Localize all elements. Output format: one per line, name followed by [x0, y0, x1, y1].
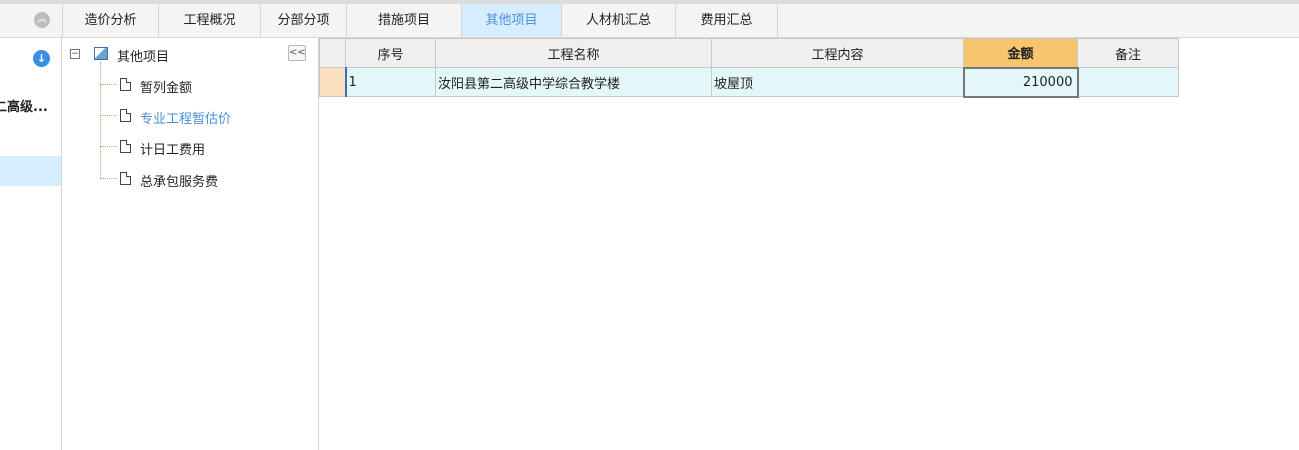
- tree-item-general-contract-fee[interactable]: 总承包服务费: [140, 171, 218, 190]
- column-header-seq[interactable]: 序号: [345, 38, 436, 68]
- tree-item-daywork[interactable]: 计日工费用: [140, 139, 205, 158]
- image-folder-icon: [94, 47, 108, 60]
- tree-root-label[interactable]: 其他项目: [117, 46, 169, 65]
- tree-connector: [100, 84, 116, 85]
- cell-amount[interactable]: 210000: [962, 66, 1079, 98]
- tree-connector: [100, 146, 116, 147]
- double-chevron-up-icon[interactable]: ︽: [34, 12, 50, 28]
- double-chevron-left-icon[interactable]: <<: [288, 45, 306, 61]
- tree-item-provisional-sum[interactable]: 暂列金额: [140, 77, 192, 96]
- column-header-note[interactable]: 备注: [1077, 38, 1179, 68]
- data-table: 序号 工程名称 工程内容 金额 备注 1 汝阳县第二高级中学综合教学楼 坡屋顶 …: [319, 38, 1179, 98]
- row-header[interactable]: [319, 67, 346, 97]
- tab-labor-material-summary[interactable]: 人材机汇总: [562, 4, 676, 37]
- column-header-content[interactable]: 工程内容: [711, 38, 964, 68]
- module-tab-bar: ︽ 造价分析 工程概况 分部分项 措施项目 其他项目 人材机汇总 费用汇总: [0, 0, 1299, 38]
- table-header-row: 序号 工程名称 工程内容 金额 备注: [319, 38, 1179, 68]
- tab-project-overview[interactable]: 工程概况: [159, 4, 261, 37]
- selected-node-highlight[interactable]: [0, 156, 61, 186]
- tab-fee-summary[interactable]: 费用汇总: [676, 4, 778, 37]
- project-tree-pane: ↓ 二高级...: [0, 38, 62, 450]
- tree-item-specialty-estimate[interactable]: 专业工程暂估价: [140, 108, 231, 127]
- row-header-corner[interactable]: [319, 38, 346, 68]
- other-items-tree: << − 其他项目 暂列金额 专业工程暂估价 计日工费用 总承包服务费: [62, 38, 319, 450]
- document-icon: [120, 109, 131, 122]
- cell-note[interactable]: [1077, 67, 1179, 97]
- tree-connector: [100, 115, 116, 116]
- cell-name[interactable]: 汝阳县第二高级中学综合教学楼: [435, 67, 712, 97]
- tab-measure-items[interactable]: 措施项目: [347, 4, 462, 37]
- tree-connector: [100, 62, 101, 178]
- project-node-label[interactable]: 二高级...: [0, 96, 48, 115]
- specialty-estimate-grid: 序号 工程名称 工程内容 金额 备注 1 汝阳县第二高级中学综合教学楼 坡屋顶 …: [319, 38, 1299, 450]
- document-icon: [120, 140, 131, 153]
- cell-seq[interactable]: 1: [344, 67, 436, 97]
- document-icon: [120, 172, 131, 185]
- column-header-amount[interactable]: 金额: [963, 38, 1078, 68]
- download-circle-icon[interactable]: ↓: [33, 50, 50, 67]
- tab-cost-analysis[interactable]: 造价分析: [63, 4, 159, 37]
- table-row[interactable]: 1 汝阳县第二高级中学综合教学楼 坡屋顶 210000: [319, 66, 1179, 98]
- column-header-name[interactable]: 工程名称: [435, 38, 712, 68]
- tab-sub-items[interactable]: 分部分项: [261, 4, 347, 37]
- tab-other-items[interactable]: 其他项目: [462, 4, 562, 37]
- minus-box-icon[interactable]: −: [70, 49, 80, 59]
- tree-connector: [100, 178, 116, 179]
- document-icon: [120, 78, 131, 91]
- cell-content[interactable]: 坡屋顶: [711, 67, 964, 97]
